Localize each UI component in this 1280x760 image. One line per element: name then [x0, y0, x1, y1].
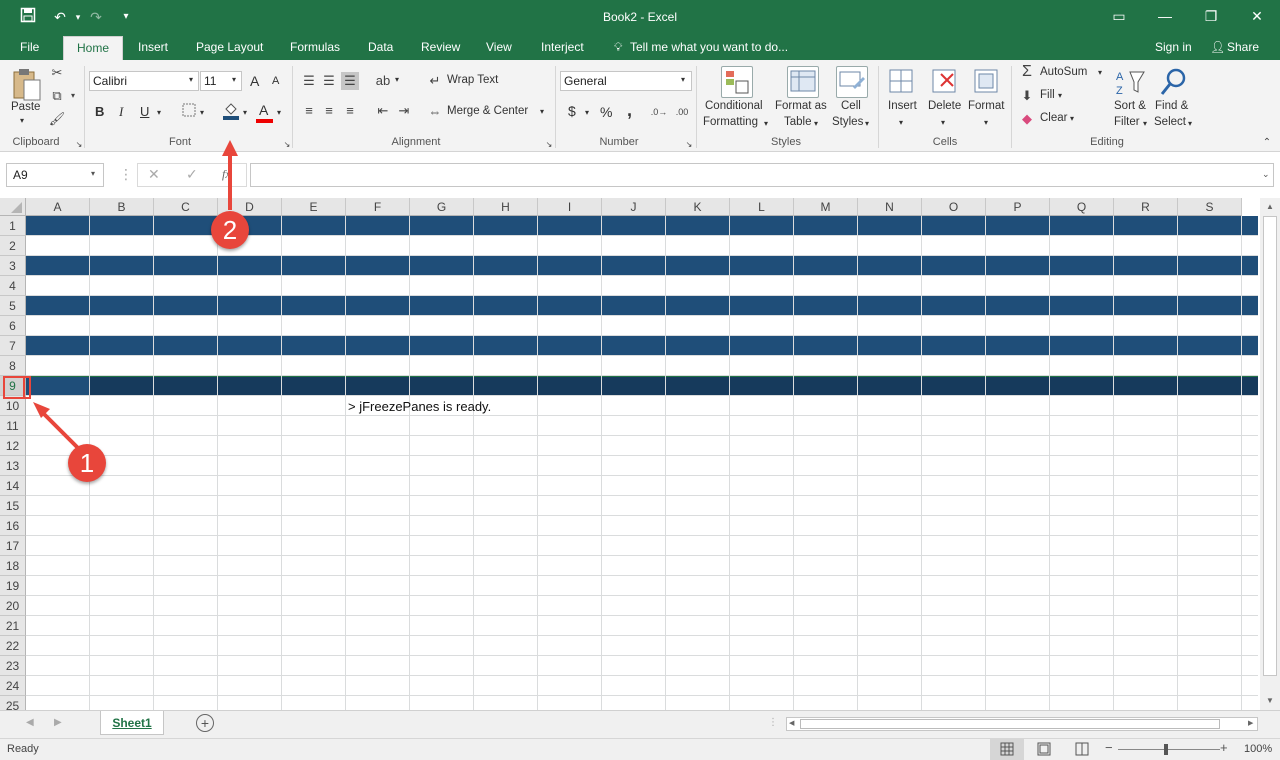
scroll-left-icon[interactable]: ◀ [789, 719, 794, 727]
row-9-header-highlight [3, 376, 31, 399]
page-layout-view-icon[interactable] [1036, 742, 1052, 759]
callout-1: 1 [68, 444, 106, 482]
status-bar: Ready − + 100% [0, 738, 1280, 760]
zoom-out-icon[interactable]: − [1105, 740, 1113, 755]
split-grip-icon[interactable]: ⋮ [768, 717, 778, 728]
horizontal-scroll-thumb[interactable] [800, 719, 1220, 729]
next-sheet-icon[interactable]: ▶ [54, 717, 62, 728]
prev-sheet-icon[interactable]: ◀ [26, 717, 34, 728]
zoom-slider-track[interactable] [1118, 749, 1220, 750]
status-text: Ready [7, 743, 39, 755]
zoom-in-icon[interactable]: + [1220, 740, 1228, 755]
new-sheet-icon[interactable]: + [196, 714, 214, 732]
zoom-level[interactable]: 100% [1244, 743, 1272, 755]
normal-view-icon[interactable] [990, 739, 1024, 760]
sheet-tab-sheet1[interactable]: Sheet1 [100, 711, 164, 735]
annotation-arrows [33, 140, 238, 452]
callout-2: 2 [211, 211, 249, 249]
zoom-slider-thumb[interactable] [1164, 744, 1168, 755]
page-break-view-icon[interactable] [1074, 742, 1090, 759]
scroll-right-icon[interactable]: ▶ [1248, 719, 1253, 727]
sheet-tab-bar: ◀ ▶ Sheet1 + ⋮ ◀ ▶ [0, 710, 1280, 738]
